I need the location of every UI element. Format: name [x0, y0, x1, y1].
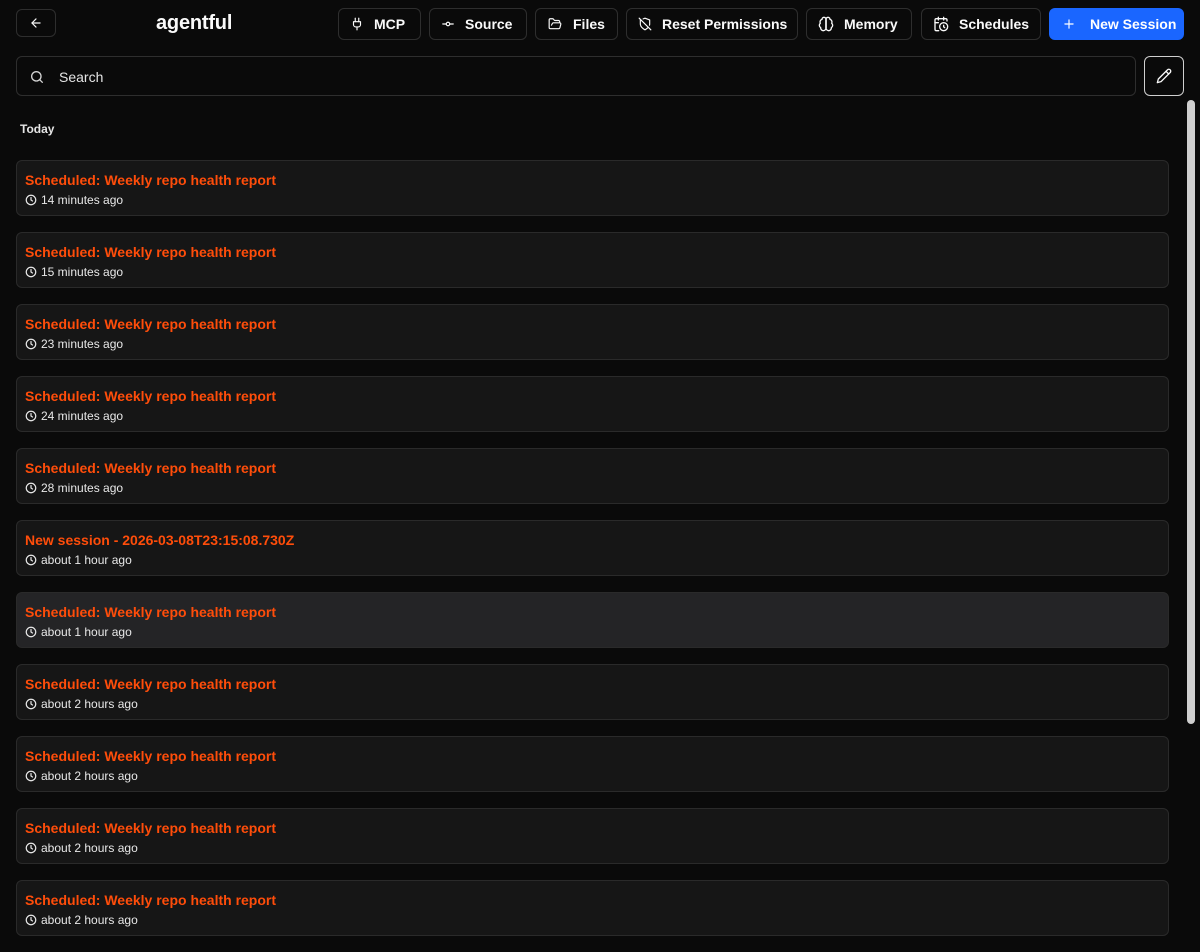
session-title: Scheduled: Weekly repo health report — [25, 460, 277, 476]
plus-icon — [1064, 19, 1074, 29]
clock-icon — [25, 914, 37, 926]
clock-icon — [25, 770, 37, 782]
clock-icon — [25, 266, 37, 278]
session-item[interactable]: Scheduled: Weekly repo health report 28 m… — [16, 448, 1169, 504]
session-meta: about 2 hours ago — [25, 913, 138, 927]
source-button-label: Source — [465, 16, 513, 32]
session-meta: 15 minutes ago — [25, 265, 123, 279]
arrow-left-icon — [31, 18, 41, 28]
session-time: about 1 hour ago — [41, 553, 132, 567]
session-meta: about 2 hours ago — [25, 769, 138, 783]
session-time: 15 minutes ago — [41, 265, 124, 279]
session-time: about 2 hours ago — [41, 697, 138, 711]
session-title: New session - 2026-03-08T23:15:08.730Z — [25, 532, 295, 548]
back-button[interactable] — [16, 9, 56, 37]
clock-icon — [25, 842, 37, 854]
session-time: about 1 hour ago — [41, 625, 132, 639]
reset-permissions-button-label: Reset Permissions — [662, 16, 788, 32]
search-input[interactable] — [57, 57, 1121, 97]
session-time: 24 minutes ago — [41, 409, 124, 423]
session-title: Scheduled: Weekly repo health report — [25, 748, 277, 764]
session-meta: about 1 hour ago — [25, 625, 132, 639]
session-time: about 2 hours ago — [41, 841, 138, 855]
clock-icon — [25, 410, 37, 422]
brain-icon — [818, 16, 834, 32]
session-meta: 23 minutes ago — [25, 337, 123, 351]
session-title: Scheduled: Weekly repo health report — [25, 316, 277, 332]
clock-icon — [25, 338, 37, 350]
pencil-icon — [1156, 68, 1172, 84]
source-button[interactable]: Source — [429, 8, 527, 40]
plug-icon — [352, 17, 362, 31]
session-item[interactable]: New session - 2026-03-08T23:15:08.730Z ab… — [16, 520, 1169, 576]
session-meta: about 2 hours ago — [25, 841, 138, 855]
session-time: 23 minutes ago — [41, 337, 124, 351]
session-item[interactable]: Scheduled: Weekly repo health report 14 m… — [16, 160, 1169, 216]
session-time: about 2 hours ago — [41, 769, 138, 783]
search-icon — [31, 71, 43, 83]
memory-button-label: Memory — [844, 16, 898, 32]
reset-permissions-button[interactable]: Reset Permissions — [626, 8, 798, 40]
session-list: Scheduled: Weekly repo health report 14 m… — [16, 160, 1169, 952]
clock-icon — [25, 194, 37, 206]
app-title: agentful — [156, 12, 233, 34]
session-title: Scheduled: Weekly repo health report — [25, 244, 277, 260]
session-item[interactable]: Scheduled: Weekly repo health report abou… — [16, 664, 1169, 720]
session-time: 14 minutes ago — [41, 193, 124, 207]
session-meta: 24 minutes ago — [25, 409, 123, 423]
clock-icon — [25, 698, 37, 710]
session-meta: 14 minutes ago — [25, 193, 123, 207]
session-meta: 28 minutes ago — [25, 481, 123, 495]
scrollbar-thumb[interactable] — [1187, 100, 1195, 724]
top-bar: agentful MCP Source Files Reset Permissi… — [0, 0, 1200, 48]
calendar-clock-icon — [934, 16, 949, 32]
schedules-button[interactable]: Schedules — [921, 8, 1041, 40]
clock-icon — [25, 554, 37, 566]
session-time: about 2 hours ago — [41, 913, 138, 927]
session-title: Scheduled: Weekly repo health report — [25, 820, 277, 836]
files-button[interactable]: Files — [535, 8, 618, 40]
clock-icon — [25, 482, 37, 494]
files-button-label: Files — [573, 16, 605, 32]
search-bar — [16, 56, 1136, 97]
clock-icon — [25, 626, 37, 638]
session-meta: about 1 hour ago — [25, 553, 132, 567]
session-title: Scheduled: Weekly repo health report — [25, 172, 277, 188]
session-title: Scheduled: Weekly repo health report — [25, 676, 277, 692]
folder-open-icon — [548, 18, 562, 30]
session-item[interactable]: Scheduled: Weekly repo health report 23 m… — [16, 304, 1169, 360]
session-item[interactable]: Scheduled: Weekly repo health report abou… — [16, 736, 1169, 792]
session-item[interactable]: Scheduled: Weekly repo health report abou… — [16, 880, 1169, 936]
session-meta: about 2 hours ago — [25, 697, 138, 711]
session-item[interactable]: Scheduled: Weekly repo health report abou… — [16, 808, 1169, 864]
session-item[interactable]: Scheduled: Weekly repo health report 24 m… — [16, 376, 1169, 432]
new-session-button[interactable]: New Session — [1049, 8, 1184, 40]
edit-button[interactable] — [1144, 56, 1184, 96]
schedules-button-label: Schedules — [959, 16, 1030, 32]
mcp-button[interactable]: MCP — [338, 8, 421, 40]
shield-off-icon — [638, 17, 652, 31]
git-commit-icon — [442, 21, 454, 27]
memory-button[interactable]: Memory — [806, 8, 912, 40]
session-title: Scheduled: Weekly repo health report — [25, 604, 277, 620]
session-time: 28 minutes ago — [41, 481, 124, 495]
session-title: Scheduled: Weekly repo health report — [25, 388, 277, 404]
new-session-button-label: New Session — [1090, 16, 1177, 32]
session-item[interactable]: Scheduled: Weekly repo health report 15 m… — [16, 232, 1169, 288]
session-item[interactable]: Scheduled: Weekly repo health report abou… — [16, 592, 1169, 648]
section-heading-today: Today — [20, 122, 55, 136]
mcp-button-label: MCP — [374, 16, 406, 32]
session-title: Scheduled: Weekly repo health report — [25, 892, 277, 908]
